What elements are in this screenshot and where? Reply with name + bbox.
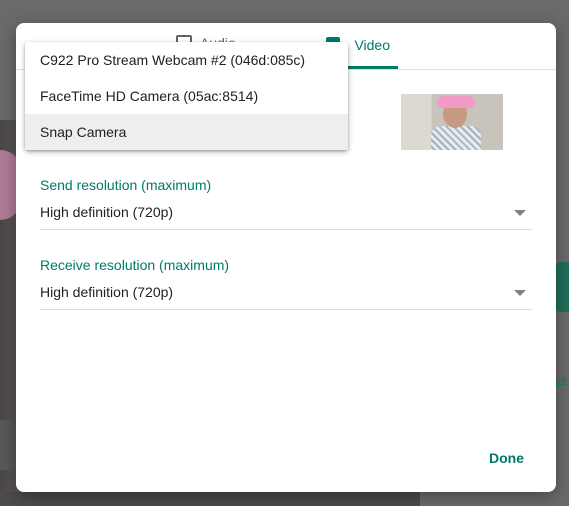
caret-down-icon	[514, 290, 526, 296]
receive-resolution-select[interactable]: High definition (720p)	[40, 277, 532, 310]
caret-down-icon	[514, 210, 526, 216]
camera-option-c922[interactable]: C922 Pro Stream Webcam #2 (046d:085c)	[25, 42, 348, 78]
done-button[interactable]: Done	[489, 450, 524, 466]
receive-resolution-value: High definition (720p)	[40, 284, 174, 300]
camera-option-facetime[interactable]: FaceTime HD Camera (05ac:8514)	[25, 78, 348, 114]
send-resolution-label: Send resolution (maximum)	[40, 177, 212, 193]
end-call-edge[interactable]	[555, 262, 569, 312]
camera-option-snap[interactable]: Snap Camera	[25, 114, 348, 150]
bottom-toolbar	[0, 492, 420, 506]
send-resolution-select[interactable]: High definition (720p)	[40, 197, 532, 230]
camera-select-menu: C922 Pro Stream Webcam #2 (046d:085c) Fa…	[25, 42, 348, 150]
camera-preview	[401, 94, 503, 150]
receive-resolution-label: Receive resolution (maximum)	[40, 257, 230, 273]
tab-video-label: Video	[354, 36, 390, 53]
send-resolution-value: High definition (720p)	[40, 204, 174, 220]
